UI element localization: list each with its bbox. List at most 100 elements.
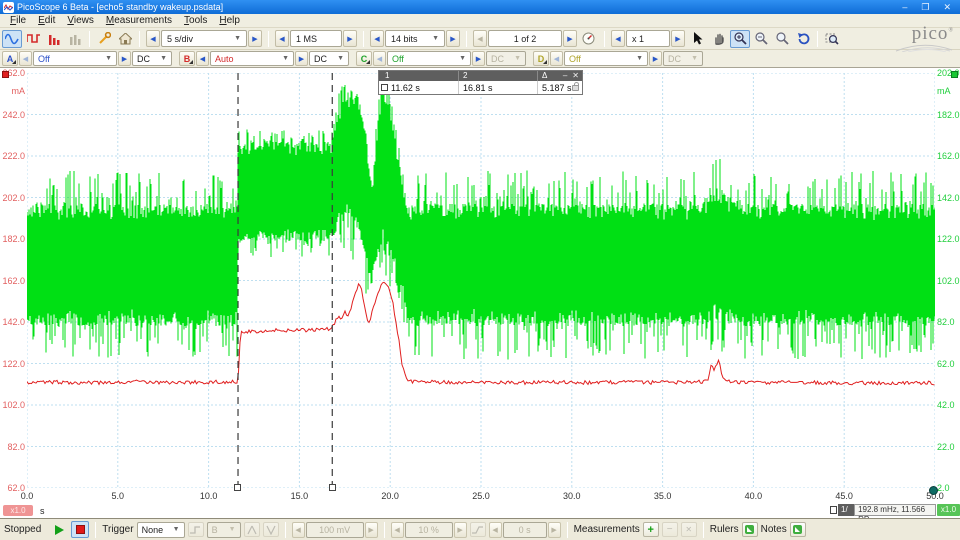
zoom-out-tool-button[interactable] (751, 30, 771, 48)
time-ruler1-handle[interactable] (234, 484, 241, 491)
play-icon (55, 525, 64, 535)
timebase-select[interactable]: 5 s/div ▼ (161, 30, 247, 47)
add-measurement-button[interactable]: + (643, 522, 659, 537)
zoom-in-tool-button[interactable] (730, 30, 750, 48)
buffer-overview-button[interactable] (578, 30, 598, 48)
time-ruler2-handle[interactable] (329, 484, 336, 491)
menu-measurements[interactable]: Measurements (100, 14, 178, 27)
waveform-plot[interactable] (27, 73, 935, 488)
probe-setup-button[interactable] (94, 30, 114, 48)
channel-b-range-select[interactable]: Auto▼ (210, 51, 294, 66)
right-axis-scale-badge[interactable]: x1.0 (937, 504, 960, 516)
lock-icon[interactable] (572, 85, 579, 91)
frequency-legend-handle[interactable] (830, 506, 837, 514)
pretrigger-value: 10 % (405, 522, 453, 538)
rulers-label: Rulers (710, 524, 739, 535)
trigger-marker-dot[interactable] (929, 486, 938, 495)
menu-edit[interactable]: Edit (32, 14, 61, 27)
menu-help[interactable]: Help (213, 14, 246, 27)
spectrum-view-button[interactable] (44, 30, 64, 48)
stop-capture-button[interactable] (71, 521, 89, 538)
channel-b-axis-marker[interactable] (2, 71, 9, 78)
x-axis-tick: 20.0 (375, 491, 405, 501)
left-axis-unit: mA (0, 86, 25, 96)
maximize-button[interactable]: ❐ (921, 1, 929, 13)
channel-a-range-down-button[interactable]: ◀ (19, 51, 32, 66)
close-button[interactable]: ✕ (943, 1, 951, 13)
undo-zoom-icon (797, 32, 810, 45)
resolution-decrease-button[interactable]: ◀ (370, 30, 384, 47)
chevron-down-icon: ▼ (274, 55, 289, 62)
channel-d-range-down-button[interactable]: ◀ (550, 51, 563, 66)
menu-file[interactable]: File (4, 14, 32, 27)
resolution-increase-button[interactable]: ▶ (446, 30, 460, 47)
scope-view-button[interactable] (2, 30, 22, 48)
zoom-increase-button[interactable]: ▶ (671, 30, 685, 47)
channel-b-range-down-button[interactable]: ◀ (196, 51, 209, 66)
left-axis-tick: 142.0 (0, 317, 25, 327)
undo-zoom-button[interactable] (793, 30, 813, 48)
frequency-ruler-legend[interactable]: 1/Δ 192.8 mHz, 11.566 RP… x1.0 (830, 504, 960, 516)
buffer-previous-button[interactable]: ◀ (473, 30, 487, 47)
channel-a-button[interactable]: A (2, 51, 18, 66)
green-axis-marker[interactable] (951, 71, 958, 78)
channel-d-button[interactable]: D (533, 51, 549, 66)
left-axis-scale-badge[interactable]: x1.0 (3, 505, 33, 516)
channel-b-coupling-select[interactable]: DC▼ (309, 51, 349, 66)
samples-input[interactable]: 1 MS (290, 30, 342, 47)
one-over-delta-label: 1/Δ (838, 504, 854, 516)
channel-d-range-select[interactable]: Off▼ (564, 51, 648, 66)
buffer-next-button[interactable]: ▶ (563, 30, 577, 47)
menu-views[interactable]: Views (61, 14, 100, 27)
minimize-button[interactable]: – (902, 1, 907, 13)
persistence-view-button[interactable] (23, 30, 43, 48)
samples-increase-button[interactable]: ▶ (343, 30, 357, 47)
channel-c-range-select[interactable]: Off▼ (387, 51, 471, 66)
resolution-select[interactable]: 14 bits ▼ (385, 30, 445, 47)
buffer-navigation: ◀ 1 of 2 ▶ (473, 30, 598, 48)
channel-a-range-select[interactable]: Off▼ (33, 51, 117, 66)
pico-logo: pico® (894, 23, 954, 51)
channel-d-range-up-button[interactable]: ▶ (649, 51, 662, 66)
samples-value: 1 MS (296, 34, 317, 44)
channel-c-range-up-button[interactable]: ▶ (472, 51, 485, 66)
marquee-zoom-button[interactable] (822, 30, 842, 48)
channel-a-coupling-select[interactable]: DC▼ (132, 51, 172, 66)
legend-close-button[interactable]: ✕ (572, 71, 579, 81)
channel-toolbar: A ◀ Off▼ ▶ DC▼ B ◀ Auto▼ ▶ DC▼ C ◀ Off▼ … (0, 50, 960, 68)
delete-icon: ✕ (685, 525, 692, 534)
rulers-button[interactable] (742, 522, 758, 537)
start-capture-button[interactable] (50, 521, 68, 538)
notes-button[interactable] (790, 522, 806, 537)
zoom-100-tool-button[interactable] (772, 30, 792, 48)
home-settings-button[interactable] (115, 30, 135, 48)
channel-a-range-up-button[interactable]: ▶ (118, 51, 131, 66)
left-axis-tick: 202.0 (0, 193, 25, 203)
menu-tools[interactable]: Tools (178, 14, 213, 27)
resolution-value: 14 bits (391, 34, 418, 44)
pretrigger-control-disabled: ◀ 10 % ▶ (391, 522, 467, 538)
ruler1-value: 11.62 s (391, 83, 420, 93)
legend-drag-handle[interactable] (381, 84, 388, 91)
timebase-increase-button[interactable]: ▶ (248, 30, 262, 47)
falling-edge-icon (266, 525, 276, 535)
channel-b-button[interactable]: B (179, 51, 195, 66)
timebase-decrease-button[interactable]: ◀ (146, 30, 160, 47)
statusbar-separator (567, 522, 568, 538)
trigger-delay-control-disabled: ◀ 0 s ▶ (489, 522, 561, 538)
statusbar-separator (285, 522, 286, 538)
delay-icon (472, 525, 483, 535)
channel-c-button[interactable]: C (356, 51, 372, 66)
legend-minimize-button[interactable]: – (563, 71, 567, 81)
time-ruler-legend[interactable]: 1 2 Δ – ✕ 11.62 s 16.81 s 5.187 s (378, 70, 583, 95)
x-axis-unit: s (40, 506, 45, 516)
samples-decrease-button[interactable]: ◀ (275, 30, 289, 47)
trigger-mode-select[interactable]: None▼ (137, 522, 185, 538)
pan-tool-button[interactable] (709, 30, 729, 48)
timebase-control: ◀ 5 s/div ▼ ▶ (146, 30, 262, 47)
channel-c-range-down-button[interactable]: ◀ (373, 51, 386, 66)
pointer-tool-button[interactable] (688, 30, 708, 48)
channel-b-range-up-button[interactable]: ▶ (295, 51, 308, 66)
zoom-decrease-button[interactable]: ◀ (611, 30, 625, 47)
zoom-factor-value: x 1 (632, 34, 644, 44)
